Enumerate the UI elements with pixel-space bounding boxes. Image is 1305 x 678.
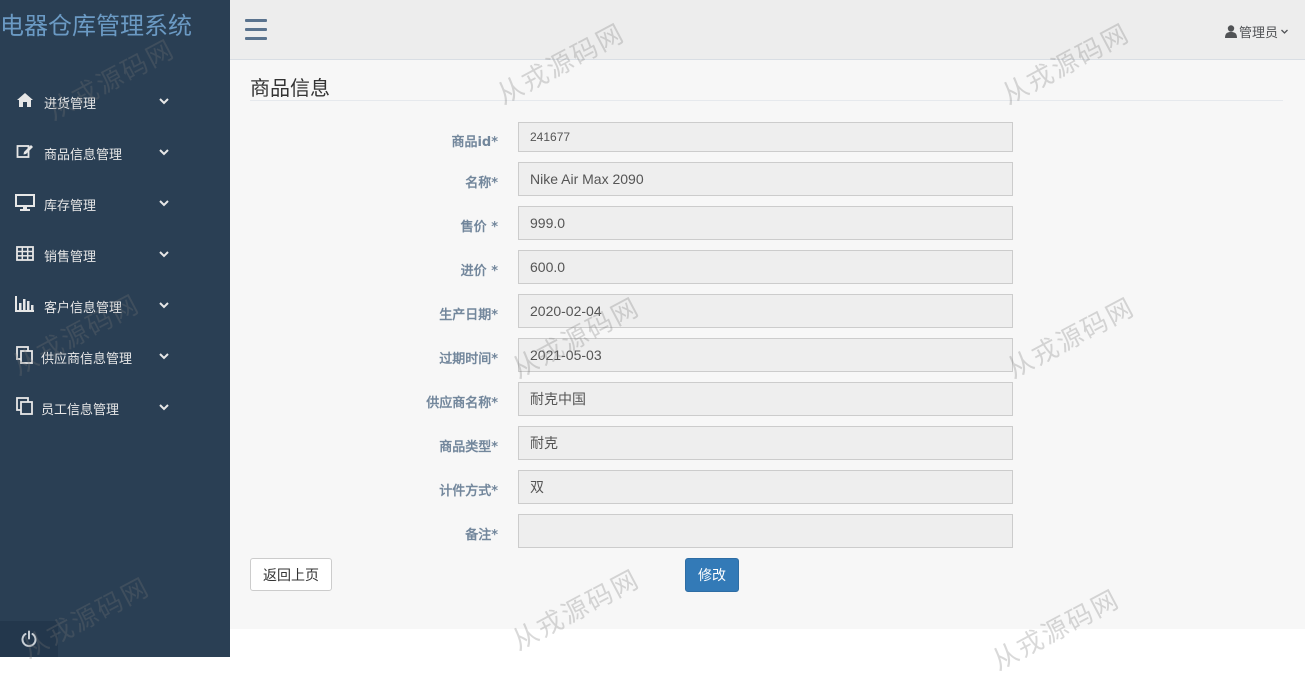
edit-icon: [14, 140, 36, 162]
copy-icon: [14, 395, 36, 417]
sidebar-item-customer-info[interactable]: 客户信息管理: [0, 280, 230, 331]
sidebar-item-purchase[interactable]: 进货管理: [0, 76, 230, 127]
table-icon: [14, 242, 36, 264]
monitor-icon: [14, 191, 36, 213]
chevron-down-icon: [159, 98, 169, 105]
chevron-down-icon: [159, 353, 169, 360]
remark-label: 备注*: [465, 528, 498, 543]
sidebar-item-label: 商品信息管理: [44, 148, 123, 163]
supplier-name-label: 供应商名称*: [426, 396, 498, 411]
unit-method-field[interactable]: [518, 470, 1013, 504]
chevron-down-icon: [159, 149, 169, 156]
expiry-date-label: 过期时间*: [439, 352, 498, 367]
sidebar-item-supplier-info[interactable]: 供应商信息管理: [0, 331, 230, 382]
chevron-down-icon: [159, 200, 169, 207]
edit-button[interactable]: 修改: [685, 558, 739, 592]
name-label: 名称*: [465, 176, 498, 191]
main-content: 商品信息 商品id* 名称* 售价 * 进价 * 生产日期* 过期时间* 供应商…: [230, 60, 1305, 629]
production-date-label: 生产日期*: [439, 308, 498, 323]
supplier-name-field[interactable]: [518, 382, 1013, 416]
logout-button[interactable]: [0, 621, 58, 657]
bar-chart-icon: [14, 293, 36, 315]
sidebar-menu: 进货管理 商品信息管理 库存管理 销售管理 客户信息管理 供应商信息管理 员工信…: [0, 76, 230, 433]
page-title: 商品信息: [250, 76, 330, 100]
sale-price-field[interactable]: [518, 206, 1013, 240]
app-title[interactable]: 电器仓库管理系统: [0, 8, 230, 44]
sidebar-item-label: 客户信息管理: [44, 301, 123, 316]
copy-icon: [14, 344, 36, 366]
purchase-price-label: 进价 *: [460, 264, 498, 279]
sidebar-item-label: 进货管理: [44, 97, 97, 112]
sidebar-item-sales[interactable]: 销售管理: [0, 229, 230, 280]
sale-price-label: 售价 *: [460, 220, 498, 235]
chevron-down-icon: [159, 404, 169, 411]
chevron-down-icon: [159, 251, 169, 258]
back-button[interactable]: 返回上页: [250, 558, 332, 591]
expiry-date-field[interactable]: [518, 338, 1013, 372]
user-menu[interactable]: 管理员: [1224, 22, 1289, 41]
sidebar-item-inventory[interactable]: 库存管理: [0, 178, 230, 229]
chevron-down-icon: [1281, 29, 1288, 34]
sidebar-item-label: 供应商信息管理: [41, 352, 133, 367]
sidebar: 电器仓库管理系统 进货管理 商品信息管理 库存管理 销售管理 客户信息管理 供应…: [0, 0, 230, 657]
sidebar-item-label: 员工信息管理: [41, 403, 120, 418]
user-name: 管理员: [1238, 26, 1278, 41]
title-divider: [250, 100, 1283, 101]
user-icon: [1224, 25, 1237, 38]
product-type-field[interactable]: [518, 426, 1013, 460]
top-navbar: 管理员: [230, 0, 1305, 60]
unit-method-label: 计件方式*: [439, 484, 498, 499]
production-date-field[interactable]: [518, 294, 1013, 328]
home-icon: [14, 89, 36, 111]
sidebar-item-label: 销售管理: [44, 250, 97, 265]
name-field[interactable]: [518, 162, 1013, 196]
product-id-field[interactable]: [518, 122, 1013, 152]
sidebar-item-employee-info[interactable]: 员工信息管理: [0, 382, 230, 433]
purchase-price-field[interactable]: [518, 250, 1013, 284]
chevron-down-icon: [159, 302, 169, 309]
product-id-label: 商品id*: [451, 135, 498, 150]
sidebar-item-product-info[interactable]: 商品信息管理: [0, 127, 230, 178]
power-icon: [21, 630, 37, 647]
product-type-label: 商品类型*: [439, 440, 498, 455]
sidebar-item-label: 库存管理: [44, 199, 97, 214]
remark-field[interactable]: [518, 514, 1013, 548]
menu-toggle-icon[interactable]: [245, 19, 267, 40]
